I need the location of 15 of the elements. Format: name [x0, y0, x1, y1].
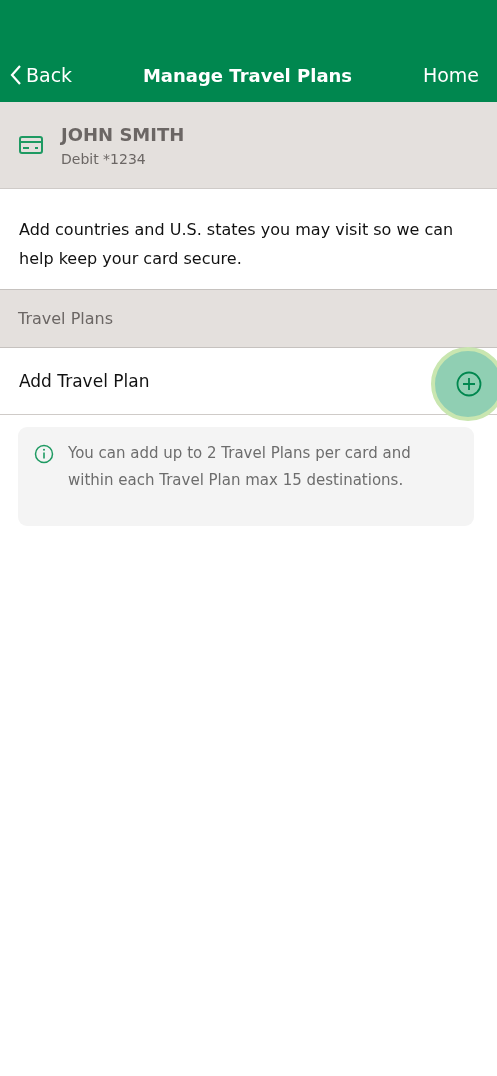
chevron-left-icon: [10, 64, 22, 86]
section-title: Travel Plans: [18, 309, 114, 328]
back-button[interactable]: Back: [10, 64, 73, 86]
card-account: Debit *1234: [61, 150, 147, 167]
info-text: You can add up to 2 Travel Plans per card and within each Travel Plan max 15 destinations.: [68, 443, 412, 491]
credit-card-icon: [19, 136, 43, 154]
add-travel-plan-label: Add Travel Plan: [19, 371, 150, 391]
description-text: Add countries and U.S. states you may visit so we can help keep your card secure.: [18, 219, 455, 270]
plus-circle-icon: [456, 371, 482, 397]
home-button[interactable]: Home: [422, 64, 479, 86]
add-button[interactable]: [431, 347, 497, 421]
screen-title: Manage Travel Plans: [142, 64, 353, 86]
add-travel-plan-row[interactable]: Add Travel Plan: [0, 348, 497, 415]
cardholder-name: JOHN SMITH: [61, 123, 185, 145]
info-icon: [34, 444, 54, 464]
